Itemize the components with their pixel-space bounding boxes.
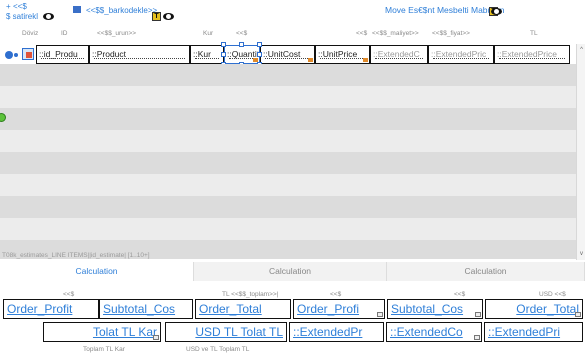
header-urun: <<$$_urun>> bbox=[97, 30, 137, 37]
field-order-profit-2[interactable]: Order_Profi bbox=[293, 299, 385, 319]
header-dollar-2: <<$ bbox=[356, 30, 368, 37]
plus-label: + bbox=[6, 2, 11, 11]
field-corner-icon bbox=[363, 58, 368, 62]
field-order-profit[interactable]: Order_Profit bbox=[3, 299, 99, 319]
barcode-icon bbox=[73, 6, 81, 13]
move-label: Move Es€$nt Mesbelti Maburan bbox=[385, 5, 505, 15]
field-order-total-2[interactable]: Order_Total bbox=[485, 299, 583, 319]
field-underline bbox=[265, 58, 310, 59]
field-extended-p[interactable]: ::ExtendedPric bbox=[428, 45, 494, 64]
field-corner-icon bbox=[377, 312, 383, 317]
field-underline bbox=[195, 58, 219, 59]
field-unitprice[interactable]: ::UnitPrice bbox=[315, 45, 370, 64]
field-corner-icon bbox=[153, 335, 159, 340]
footer-bottom-label-2: USD ve TL Toplam TL bbox=[186, 346, 250, 353]
field-subtotal-cost-text: Subtotal_Cos bbox=[103, 302, 176, 316]
footer-label-3: <<$ bbox=[330, 291, 342, 298]
scroll-down-icon[interactable]: v bbox=[578, 251, 585, 258]
header-dollar-1: <<$ bbox=[236, 30, 248, 37]
checkbox-mark-icon bbox=[26, 52, 32, 58]
header-doviz: Döviz bbox=[22, 30, 39, 37]
tab-calculation-3[interactable]: Calculation bbox=[387, 262, 585, 281]
vertical-scrollbar[interactable]: ^ v bbox=[576, 44, 585, 260]
header-tl: TL bbox=[530, 30, 538, 37]
field-extended-price[interactable]: ::ExtendedPrice bbox=[494, 45, 570, 64]
footer-label-1: <<$ bbox=[63, 291, 75, 298]
tab-calculation-1[interactable]: Calculation bbox=[0, 262, 194, 281]
portal-body: T08k_estimates_LINE ITEMS||id_estimate| … bbox=[0, 64, 576, 259]
field-underline bbox=[320, 58, 365, 59]
portal-row-band bbox=[0, 108, 576, 130]
field-order-total-2-text: Order_Total bbox=[516, 302, 579, 316]
small-dot-icon bbox=[14, 53, 18, 57]
field-underline bbox=[229, 58, 255, 59]
header-maliyet: <<$$_maliyet>> bbox=[372, 30, 419, 37]
satirekle-label: $ satirekl bbox=[6, 12, 39, 21]
field-corner-icon bbox=[575, 312, 581, 317]
field-usd-tl-tolat[interactable]: USD TL Tolat TL bbox=[165, 322, 287, 342]
field-corner-icon bbox=[475, 312, 481, 317]
header-kur: Kur bbox=[203, 30, 214, 37]
field-underline bbox=[41, 58, 84, 59]
footer-label-5: USD <<$ bbox=[539, 291, 566, 298]
field-corner-icon bbox=[308, 58, 313, 62]
eye-icon-2[interactable] bbox=[163, 13, 174, 20]
eye-icon-3[interactable] bbox=[491, 8, 502, 15]
field-id[interactable]: ::id_Produ bbox=[36, 45, 89, 64]
field-extended-pri[interactable]: ::ExtendedPri bbox=[484, 322, 583, 342]
field-usd-tl-tolat-text: USD TL Tolat TL bbox=[195, 325, 283, 339]
scroll-up-icon[interactable]: ^ bbox=[578, 47, 585, 54]
eye-icon[interactable] bbox=[43, 13, 54, 20]
field-tolat-tl-kar-text: Tolat TL Kar bbox=[92, 325, 157, 339]
portal-row-band bbox=[0, 64, 576, 86]
footer-label-2: TL <<$$_toplam>>| bbox=[222, 291, 279, 298]
field-underline bbox=[433, 58, 489, 59]
header-id: ID bbox=[61, 30, 68, 37]
dollar-label: <<$ bbox=[13, 2, 27, 11]
header-fiyat: <<$$_fiyat>> bbox=[432, 30, 470, 37]
field-subtotal-cost-2[interactable]: Subtotal_Cos bbox=[387, 299, 483, 319]
selection-handle[interactable] bbox=[257, 52, 262, 57]
field-order-profit-2-text: Order_Profi bbox=[297, 302, 360, 316]
record-dot-icon[interactable] bbox=[5, 51, 13, 59]
selection-handle[interactable] bbox=[257, 42, 262, 47]
field-tolat-tl-kar[interactable]: Tolat TL Kar bbox=[43, 322, 161, 342]
field-subtotal-cost[interactable]: Subtotal_Cos bbox=[99, 299, 193, 319]
portal-row-band bbox=[0, 196, 576, 218]
field-extended-pri-text: ::ExtendedPri bbox=[488, 325, 561, 339]
selection-handle[interactable] bbox=[239, 42, 244, 47]
field-extended-c[interactable]: ::ExtendedC bbox=[370, 45, 428, 64]
field-underline bbox=[375, 58, 423, 59]
text-tool-icon[interactable]: T bbox=[152, 12, 161, 21]
portal-label: T08k_estimates_LINE ITEMS||id_estimate| … bbox=[2, 252, 150, 259]
field-unitcost[interactable]: ::UnitCost bbox=[260, 45, 315, 64]
field-underline bbox=[499, 58, 565, 59]
field-kur[interactable]: ::Kur bbox=[190, 45, 224, 64]
portal-row-band bbox=[0, 152, 576, 174]
field-corner-icon bbox=[474, 335, 480, 340]
selection-handle[interactable] bbox=[221, 52, 226, 57]
field-product[interactable]: ::Product bbox=[89, 45, 190, 64]
tab-calculation-2[interactable]: Calculation bbox=[194, 262, 387, 281]
barcode-label: <<$$_barkodekle>> bbox=[86, 6, 158, 15]
field-extended-pr-text: ::ExtendedPr bbox=[293, 325, 363, 339]
field-order-total[interactable]: Order_Total bbox=[195, 299, 291, 319]
footer-label-4: <<$ bbox=[454, 291, 466, 298]
field-underline bbox=[94, 58, 185, 59]
field-extended-co-text: ::ExtendedCo bbox=[390, 325, 463, 339]
selection-handle[interactable] bbox=[221, 42, 226, 47]
field-order-total-text: Order_Total bbox=[199, 302, 262, 316]
field-subtotal-cost-2-text: Subtotal_Cos bbox=[391, 302, 464, 316]
field-extended-pr[interactable]: ::ExtendedPr bbox=[289, 322, 384, 342]
field-order-profit-text: Order_Profit bbox=[7, 302, 73, 316]
footer-bottom-label-1: Toplam TL Kar bbox=[83, 346, 125, 353]
field-extended-co[interactable]: ::ExtendedCo bbox=[386, 322, 482, 342]
